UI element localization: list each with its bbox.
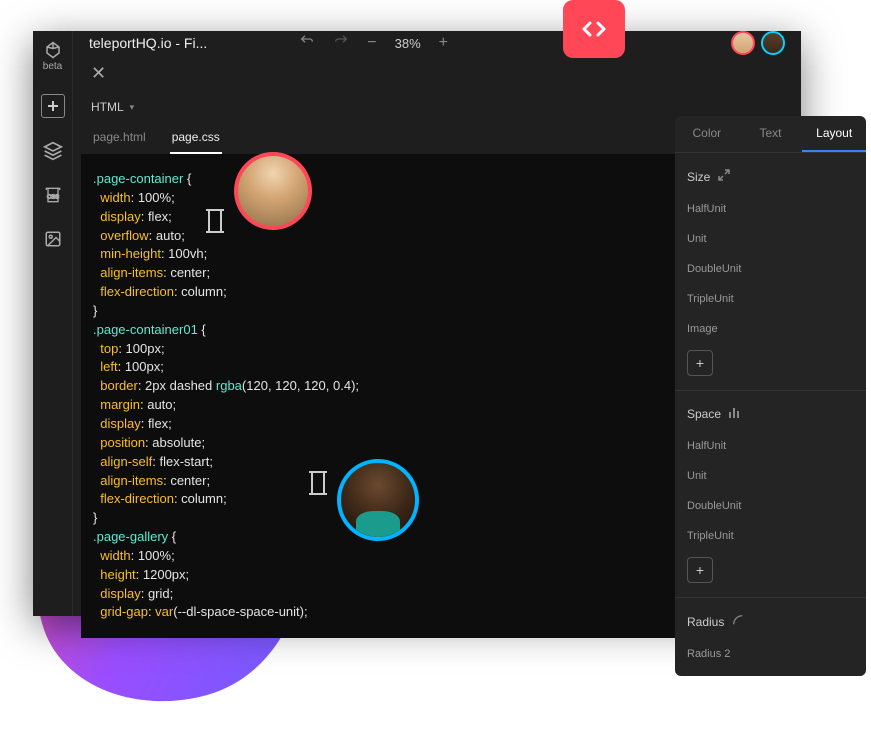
collaborator-avatar-1[interactable] <box>731 31 755 55</box>
collaborator-cursor-2 <box>337 459 419 541</box>
spacing-icon <box>729 407 739 421</box>
panel-body: SizeHalfUnitUnitDoubleUnitTripleUnitImag… <box>675 153 866 676</box>
panel-item[interactable]: TripleUnit <box>687 284 854 314</box>
document-title: teleportHQ.io - Fi... <box>89 35 207 51</box>
panel-tab-text[interactable]: Text <box>739 116 803 152</box>
panel-item[interactable]: TripleUnit <box>687 521 854 551</box>
collaborator-avatar-2[interactable] <box>761 31 785 55</box>
image-icon[interactable] <box>42 228 64 250</box>
panel-item[interactable]: Radius 4 <box>687 669 854 676</box>
add-token-button[interactable]: + <box>687 350 713 376</box>
layout-panel: ColorTextLayout SizeHalfUnitUnitDoubleUn… <box>675 116 866 676</box>
text-cursor-icon-2 <box>311 472 325 494</box>
undo-button[interactable] <box>299 33 315 54</box>
panel-item[interactable]: HalfUnit <box>687 431 854 461</box>
panel-item[interactable]: Unit <box>687 461 854 491</box>
svg-text:CSS: CSS <box>47 194 59 200</box>
panel-item[interactable]: DoubleUnit <box>687 491 854 521</box>
panel-item[interactable]: HalfUnit <box>687 194 854 224</box>
panel-section-header: Space <box>687 399 854 431</box>
expand-icon <box>718 169 730 184</box>
panel-tab-layout[interactable]: Layout <box>802 116 866 152</box>
zoom-out-button[interactable]: − <box>367 34 376 52</box>
logo: beta <box>43 41 62 72</box>
add-element-button[interactable] <box>41 94 65 118</box>
close-editor-button[interactable]: ✕ <box>91 63 106 84</box>
panel-tab-color[interactable]: Color <box>675 116 739 152</box>
layers-icon[interactable] <box>42 140 64 162</box>
panel-section-header: Size <box>687 161 854 194</box>
code-badge-icon <box>563 0 625 58</box>
panel-tabs: ColorTextLayout <box>675 116 866 153</box>
radius-icon <box>732 614 744 629</box>
panel-item[interactable]: Unit <box>687 224 854 254</box>
zoom-level: 38% <box>395 36 421 51</box>
topbar: teleportHQ.io - Fi... − 38% + <box>73 31 801 55</box>
panel-section-header: Radius <box>687 606 854 639</box>
language-selector[interactable]: HTML <box>81 92 801 118</box>
file-tab[interactable]: page.html <box>91 124 148 154</box>
panel-item[interactable]: Image <box>687 314 854 344</box>
logo-label: beta <box>43 61 62 72</box>
zoom-in-button[interactable]: + <box>439 34 448 52</box>
collaborator-cursor-1 <box>234 152 312 230</box>
left-sidebar: beta CSS <box>33 31 73 616</box>
file-tab[interactable]: page.css <box>170 124 222 154</box>
redo-button[interactable] <box>333 33 349 54</box>
text-cursor-icon-1 <box>208 210 222 232</box>
css-icon[interactable]: CSS <box>42 184 64 206</box>
add-token-button[interactable]: + <box>687 557 713 583</box>
panel-item[interactable]: DoubleUnit <box>687 254 854 284</box>
panel-item[interactable]: Radius 2 <box>687 639 854 669</box>
